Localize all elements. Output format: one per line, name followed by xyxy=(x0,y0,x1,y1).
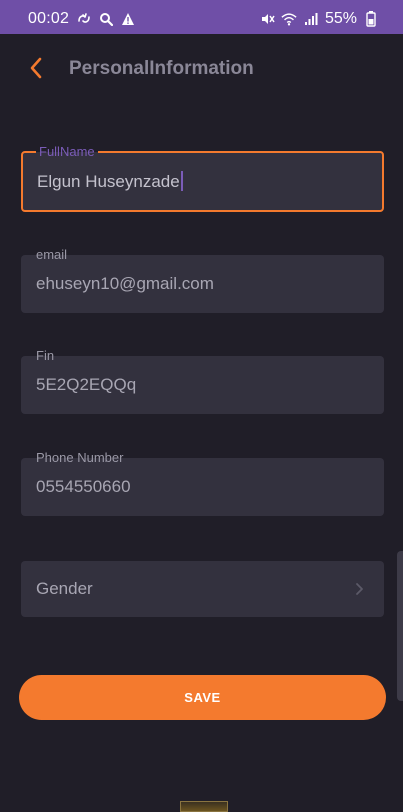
email-label: email xyxy=(33,248,71,262)
fullname-label: FullName xyxy=(36,145,98,159)
fullname-input[interactable]: Elgun Huseynzade xyxy=(37,171,183,192)
sync-icon xyxy=(76,11,92,27)
fin-input[interactable]: 5E2Q2EQQq xyxy=(36,375,136,395)
fin-label: Fin xyxy=(33,349,58,363)
warning-icon xyxy=(120,11,136,27)
status-time: 00:02 xyxy=(28,10,70,27)
mute-icon xyxy=(259,11,275,27)
edge-panel-handle[interactable] xyxy=(397,551,403,701)
phone-field[interactable]: Phone Number 0554550660 xyxy=(21,451,384,516)
email-input[interactable]: ehuseyn10@gmail.com xyxy=(36,274,214,294)
text-caret xyxy=(180,171,183,191)
back-button[interactable] xyxy=(24,56,48,80)
save-button[interactable]: SAVE xyxy=(19,675,386,720)
fullname-field[interactable]: FullName Elgun Huseynzade xyxy=(21,145,384,212)
battery-percent: 55% xyxy=(324,10,357,27)
wifi-icon xyxy=(281,11,297,27)
email-field[interactable]: email ehuseyn10@gmail.com xyxy=(21,248,384,313)
battery-icon xyxy=(363,11,379,27)
partial-image xyxy=(180,801,228,812)
status-bar: 00:02 55% xyxy=(0,0,403,34)
phone-label: Phone Number xyxy=(33,451,127,465)
chevron-right-icon xyxy=(356,583,363,595)
status-system-icons: 55% xyxy=(259,10,379,28)
phone-input[interactable]: 0554550660 xyxy=(36,477,131,497)
gender-selector[interactable]: Gender xyxy=(21,561,384,617)
signal-icon xyxy=(303,11,319,27)
status-notification-icons xyxy=(76,11,136,27)
gender-label: Gender xyxy=(36,579,93,598)
chevron-left-icon xyxy=(30,57,42,79)
fin-field[interactable]: Fin 5E2Q2EQQq xyxy=(21,349,384,414)
search-icon xyxy=(98,11,114,27)
page-title: PersonalInformation xyxy=(69,58,254,79)
fullname-value: Elgun Huseynzade xyxy=(37,172,180,191)
